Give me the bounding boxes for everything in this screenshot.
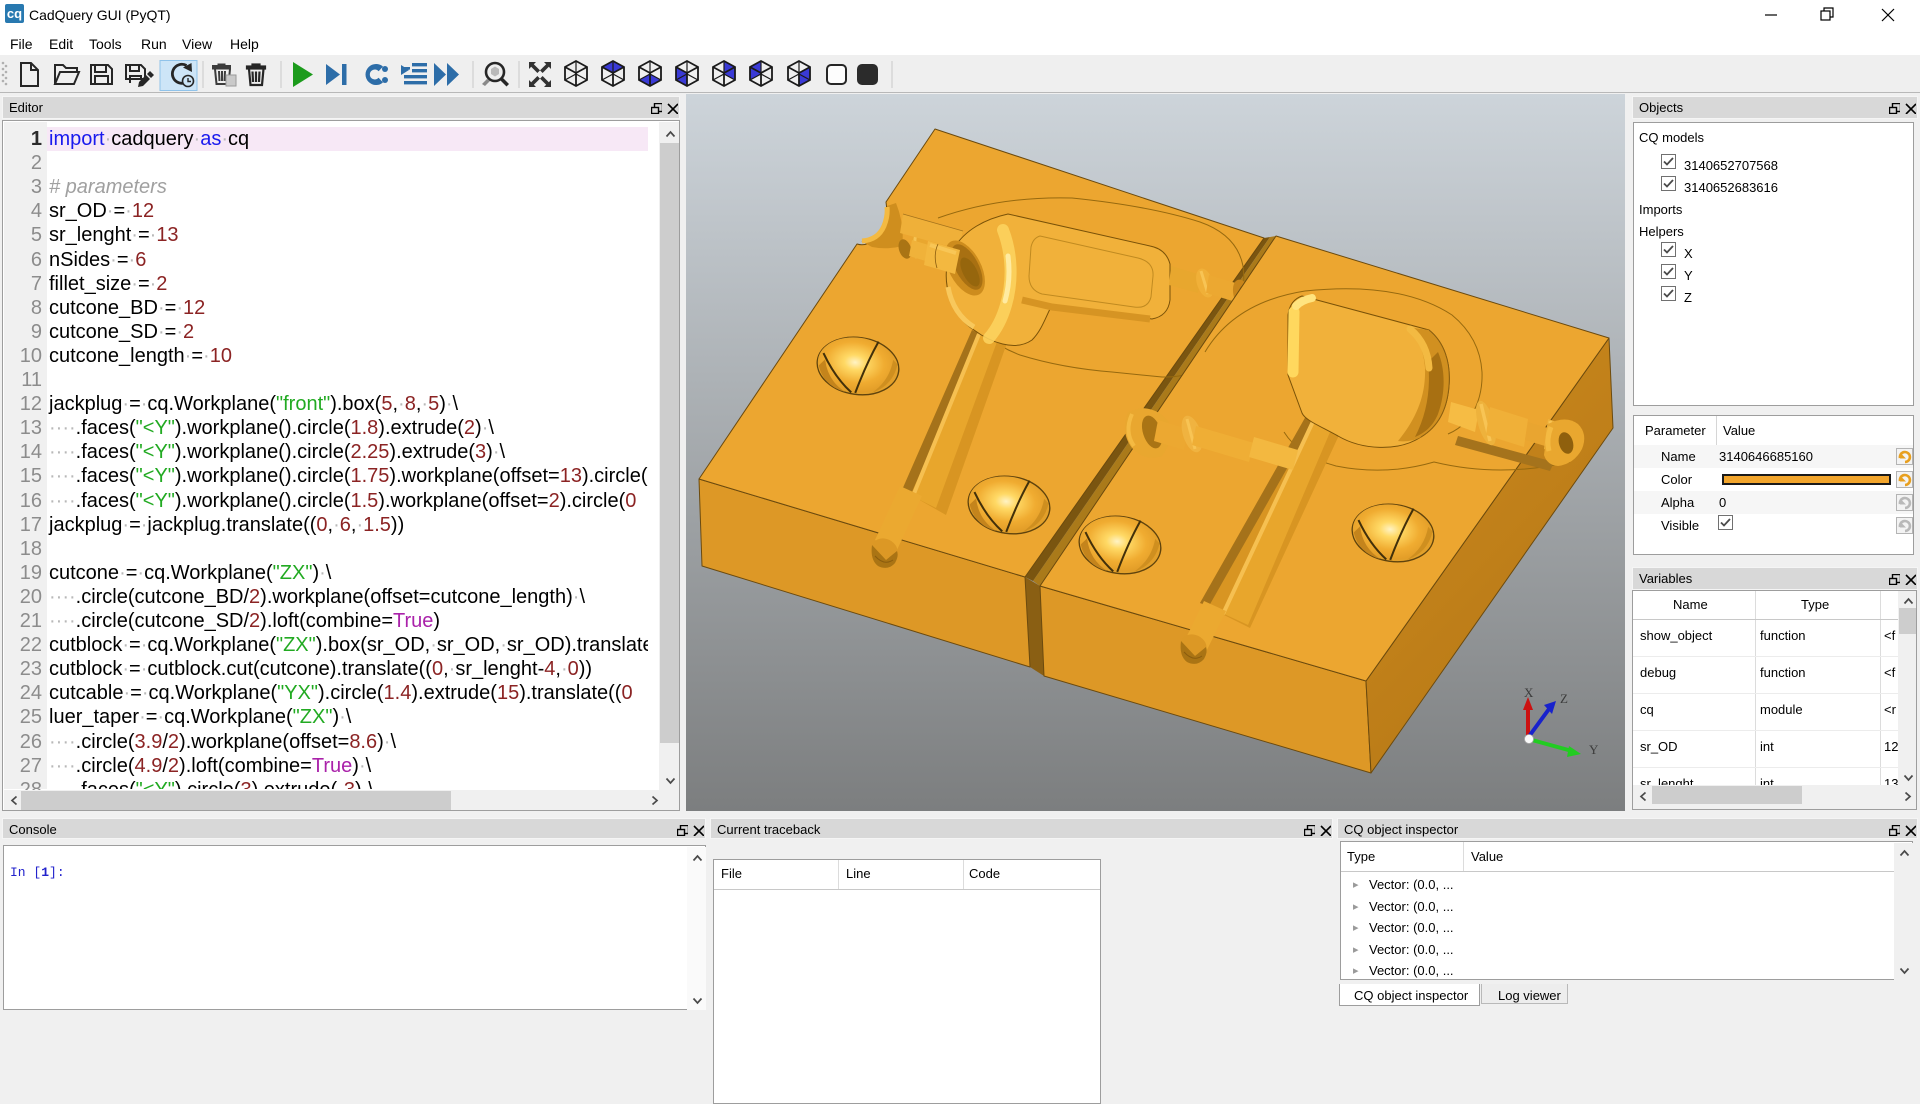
svg-text:Y: Y [1589,742,1599,757]
svg-text:X: X [1524,685,1534,700]
svg-text:Z: Z [1560,691,1568,706]
